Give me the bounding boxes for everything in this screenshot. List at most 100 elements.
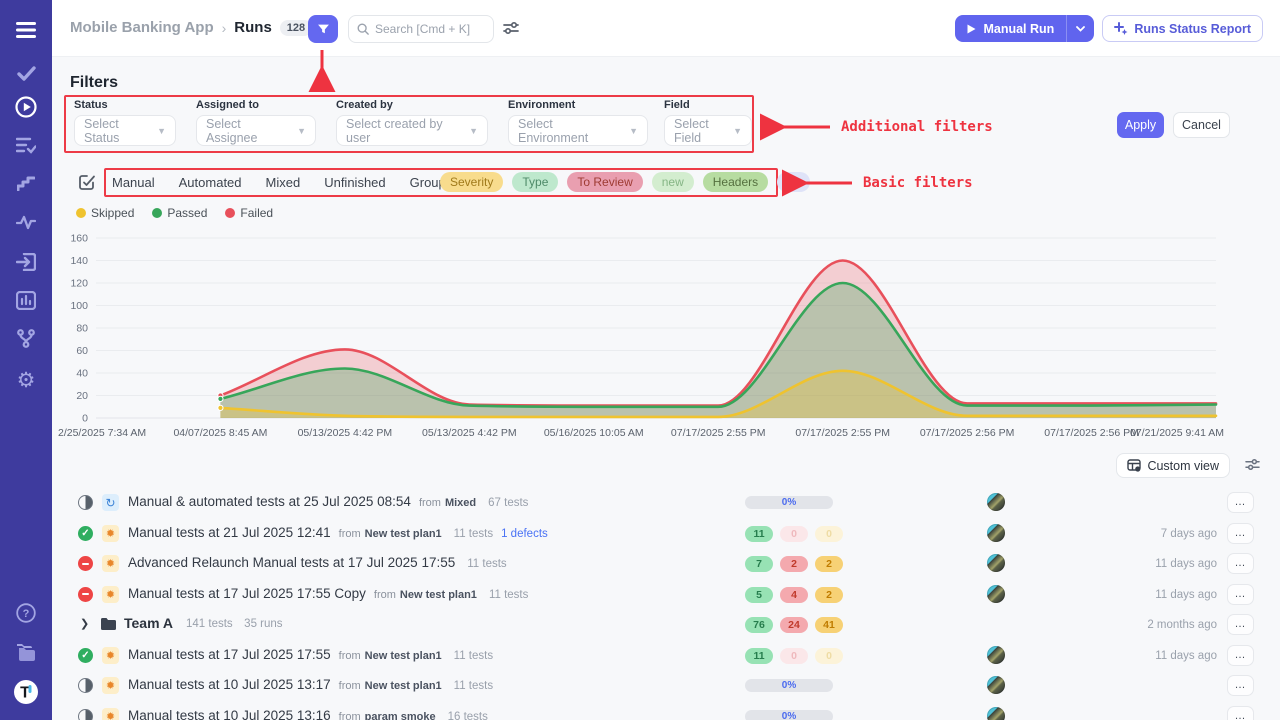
status-in_progress-icon [78,678,93,693]
plan-name[interactable]: New test plan1 [365,650,442,662]
avatar [987,707,1005,720]
chevron-down-icon: ▼ [469,126,478,136]
row-more-button[interactable]: … [1227,523,1254,544]
row-more-button[interactable]: … [1227,614,1254,635]
run-row[interactable]: ↻ Manual & automated tests at 25 Jul 2025… [56,488,1266,519]
skipped-count-badge: 0 [815,648,843,664]
run-title[interactable]: Manual tests at 17 Jul 2025 17:55fromNew… [128,647,493,662]
status-failed-icon [78,587,93,602]
test-plans-icon[interactable] [0,129,52,161]
compose-run-icon[interactable] [78,173,96,196]
search-adjust-icon[interactable] [503,21,519,40]
run-row[interactable]: ✓✹Manual tests at 17 Jul 2025 17:55fromN… [56,641,1266,672]
table-adjust-icon[interactable] [1245,458,1260,476]
basic-filter-unfinished[interactable]: Unfinished [324,175,385,190]
apply-button[interactable]: Apply [1117,112,1164,138]
avatar [987,585,1005,603]
runs-trend-chart: 0204060801001201401602/25/2025 7:34 AM04… [56,226,1226,451]
play-icon [967,24,976,34]
app-logo[interactable]: T [0,676,52,708]
result-badges: 722 [745,556,843,572]
plan-name[interactable]: Mixed [445,497,476,509]
tag-pill-new[interactable]: new [652,172,694,192]
milestones-icon[interactable] [0,167,52,199]
group-title[interactable]: Team A [124,615,173,631]
breadcrumb-project[interactable]: Mobile Banking App [70,19,214,36]
run-title[interactable]: Manual tests at 17 Jul 2025 17:55 Copyfr… [128,586,528,601]
basic-filter-mixed[interactable]: Mixed [266,175,301,190]
plan-name[interactable]: New test plan1 [400,589,477,601]
help-icon[interactable]: ? [0,597,52,629]
run-row[interactable]: ✹Manual tests at 10 Jul 2025 13:16frompa… [56,702,1266,720]
legend-item-skipped[interactable]: Skipped [76,206,134,220]
run-title[interactable]: Manual tests at 10 Jul 2025 13:16frompar… [128,708,488,720]
projects-folder-icon[interactable] [0,636,52,668]
progress-label: 0% [782,711,796,720]
tag-pill-type[interactable]: Type [512,172,558,192]
status-passed-icon: ✓ [78,648,93,663]
run-title[interactable]: Manual tests at 10 Jul 2025 13:17fromNew… [128,677,493,692]
row-more-button[interactable]: … [1227,645,1254,666]
breadcrumb-separator-icon: › [222,20,227,36]
status-in_progress-icon [78,709,93,720]
manual-run-caret-button[interactable] [1066,15,1094,42]
skipped-count-badge: 41 [815,617,843,633]
assignee-select[interactable]: Select Assignee▼ [196,115,316,146]
runs-icon[interactable] [0,91,52,123]
run-row[interactable]: ✹Manual tests at 17 Jul 2025 17:55 Copyf… [56,580,1266,611]
tag-pill-to-review[interactable]: To Review [567,172,642,192]
expand-chevron-icon[interactable]: ❯ [80,617,89,630]
tests-icon[interactable] [0,57,52,89]
run-type-mixed-icon: ↻ [102,494,119,511]
from-label: from [419,497,441,509]
basic-filter-automated[interactable]: Automated [179,175,242,190]
row-more-button[interactable]: … [1227,492,1254,513]
import-icon[interactable] [0,246,52,278]
run-title[interactable]: Manual & automated tests at 25 Jul 2025 … [128,494,528,509]
custom-view-button[interactable]: Custom view [1116,453,1230,478]
row-more-button[interactable]: … [1227,675,1254,696]
row-more-button[interactable]: … [1227,553,1254,574]
hamburger-menu-icon[interactable] [0,14,52,46]
search-box[interactable] [348,15,494,43]
skipped-count-badge: 2 [815,587,843,603]
failed-count-badge: 2 [780,556,808,572]
tag-pill-severity[interactable]: Severity [440,172,503,192]
cancel-button[interactable]: Cancel [1173,112,1230,138]
manual-run-button[interactable]: Manual Run [955,15,1066,42]
created-by-select[interactable]: Select created by user▼ [336,115,488,146]
plan-name[interactable]: New test plan1 [365,680,442,692]
svg-text:07/21/2025 9:41 AM: 07/21/2025 9:41 AM [1130,427,1224,439]
search-input[interactable] [375,22,485,36]
runs-list: ↻ Manual & automated tests at 25 Jul 2025… [56,488,1266,720]
legend-item-passed[interactable]: Passed [152,206,207,220]
plan-name[interactable]: New test plan1 [365,528,442,540]
run-title[interactable]: Manual tests at 21 Jul 2025 12:41fromNew… [128,525,548,540]
more-tags-button[interactable]: … [777,172,810,192]
runs-status-report-button[interactable]: Runs Status Report [1102,15,1263,42]
pulse-icon[interactable] [0,206,52,238]
legend-item-failed[interactable]: Failed [225,206,273,220]
annotation-basic-filters: Basic filters [863,175,973,191]
basic-filter-manual[interactable]: Manual [112,175,155,190]
row-more-button[interactable]: … [1227,706,1254,720]
run-group-row[interactable]: ❯Team A141 tests 35 runs7624412 months a… [56,610,1266,641]
settings-gear-icon[interactable]: ⚙ [0,364,52,396]
svg-text:140: 140 [70,255,88,267]
defects-link[interactable]: 1 defects [501,528,548,540]
field-select[interactable]: Select Field▼ [664,115,752,146]
tag-pill-headers[interactable]: Headers [703,172,768,192]
run-row[interactable]: ✹Advanced Relaunch Manual tests at 17 Ju… [56,549,1266,580]
filter-label: Assigned to [196,99,316,111]
run-title[interactable]: Advanced Relaunch Manual tests at 17 Jul… [128,555,507,570]
filter-funnel-button[interactable] [308,15,338,43]
status-select[interactable]: Select Status▼ [74,115,176,146]
row-more-button[interactable]: … [1227,584,1254,605]
branches-icon[interactable] [0,322,52,354]
environment-select[interactable]: Select Environment▼ [508,115,648,146]
plan-name[interactable]: param smoke [365,711,436,720]
analytics-icon[interactable] [0,284,52,316]
run-row[interactable]: ✹Manual tests at 10 Jul 2025 13:17fromNe… [56,671,1266,702]
svg-text:100: 100 [70,300,88,312]
run-row[interactable]: ✓✹Manual tests at 21 Jul 2025 12:41fromN… [56,519,1266,550]
